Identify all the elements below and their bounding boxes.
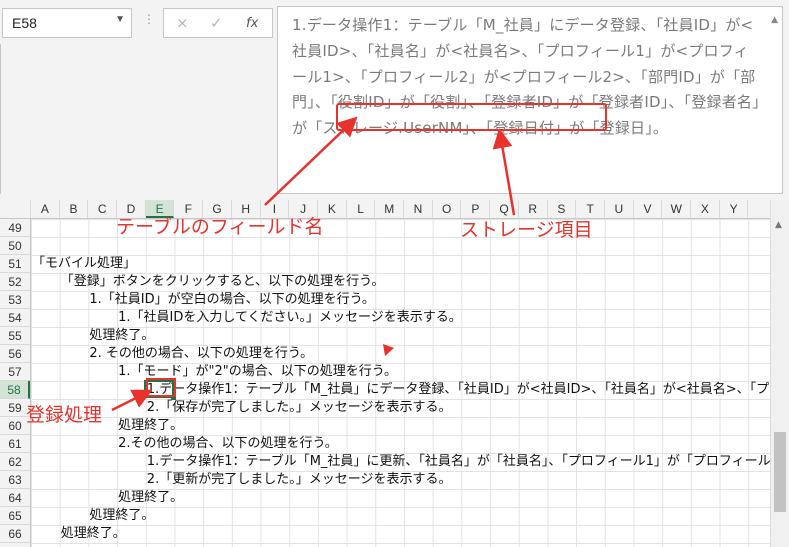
arrow-field-name [264, 116, 358, 206]
arrow-registration [111, 389, 153, 412]
annotation-field-name: テーブルのフィールド名 [116, 216, 324, 238]
annotation-registration: 登録処理 [26, 404, 103, 426]
annotation-storage-item: ストレージ項目 [460, 219, 593, 241]
annotation-arrows [111, 116, 516, 412]
arrow-mark [383, 344, 394, 356]
arrow-storage-item [492, 128, 516, 216]
